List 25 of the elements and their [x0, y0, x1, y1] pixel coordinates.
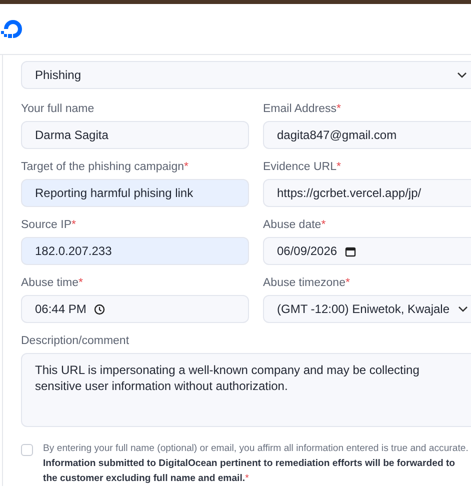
clock-icon — [94, 304, 106, 314]
field-label: Target of the phishing campaign* — [21, 161, 190, 173]
field-label: Abuse date* — [263, 219, 327, 231]
consent-text: By entering your full name (optional) or email, you affirm all information entered is true and accurate. Information submitted to DigitalOcean pertinent to remediation efforts will be forwarded to the customer excluding full name and email.* — [43, 442, 470, 486]
description-field[interactable]: This URL is impersonating a well-known company and may be collecting sensitive user information without authorization. — [21, 353, 471, 427]
field-label: Evidence URL* — [263, 161, 342, 173]
field-label: Source IP* — [21, 219, 77, 231]
field-label: Email Address* — [263, 103, 342, 115]
chevron-down-icon — [458, 306, 468, 312]
input-field[interactable]: Darma Sagita — [21, 121, 249, 149]
chevron-down-icon — [457, 72, 467, 78]
input-field[interactable]: https://gcrbet.vercel.app/jp/ — [263, 179, 471, 207]
input-field[interactable]: dagita847@gmail.com — [263, 121, 471, 149]
category-select[interactable]: Phishing — [21, 61, 471, 89]
timezone-select[interactable]: (GMT -12:00) Eniwetok, Kwajale — [263, 295, 471, 323]
input-field[interactable]: 182.0.207.233 — [21, 237, 249, 265]
time-field[interactable]: 06:44 PM — [21, 295, 249, 323]
consent-checkbox[interactable] — [21, 444, 33, 456]
date-field[interactable]: 06/09/2026 — [263, 237, 471, 265]
field-label: Description/comment — [21, 335, 130, 347]
field-label: Abuse timezone* — [263, 277, 351, 289]
calendar-icon — [345, 246, 356, 256]
field-label: Abuse time* — [21, 277, 84, 289]
field-label: Your full name — [21, 103, 96, 115]
input-field[interactable]: Reporting harmful phising link — [21, 179, 249, 207]
